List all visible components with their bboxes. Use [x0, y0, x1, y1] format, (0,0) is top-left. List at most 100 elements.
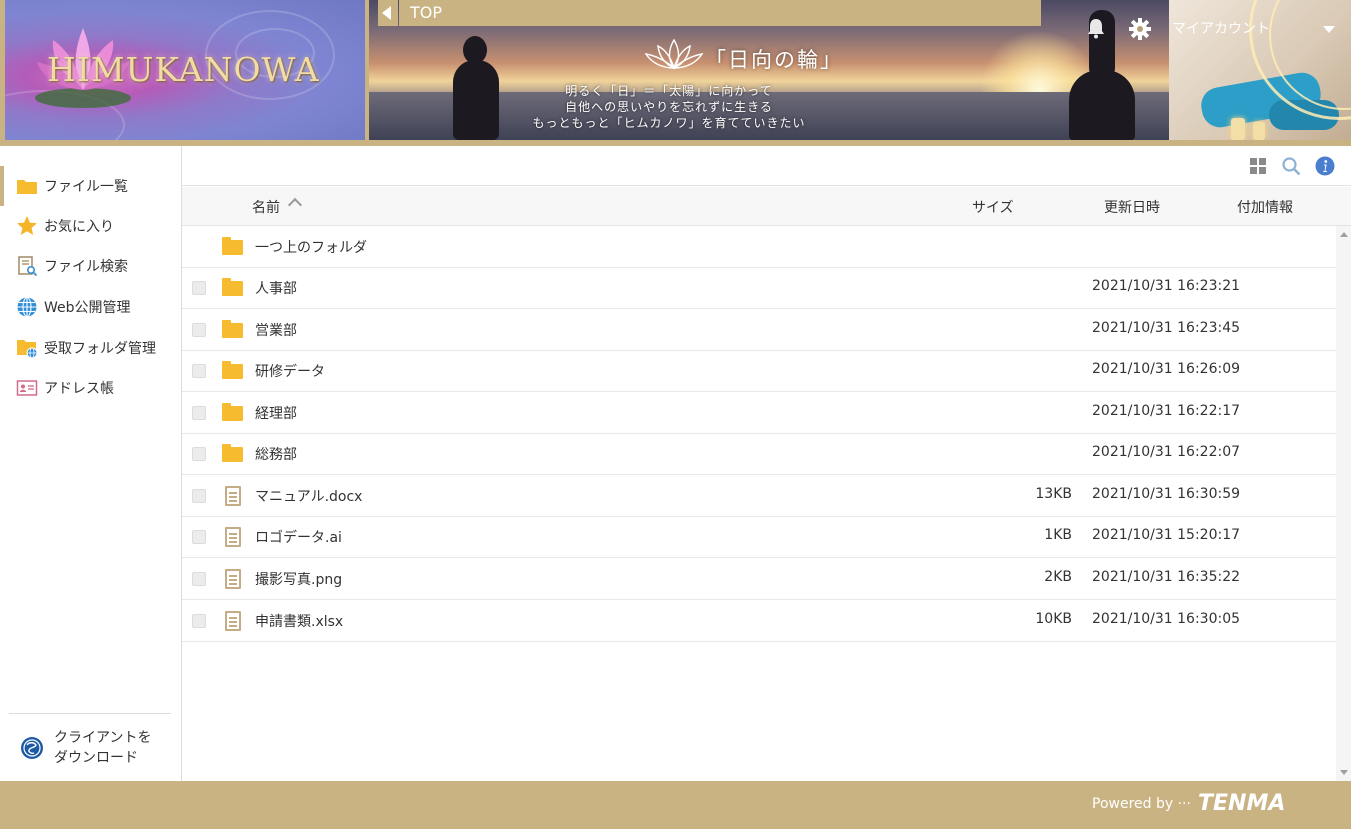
sidebar-divider	[9, 713, 171, 714]
row-checkbox[interactable]	[192, 364, 206, 378]
sidebar-item-web-publish[interactable]: Web公開管理	[0, 287, 181, 327]
gear-icon[interactable]	[1128, 17, 1152, 41]
client-globe-icon	[21, 737, 43, 759]
receive-folder-icon	[16, 337, 38, 359]
sidebar: ファイル一覧 お気に入り ファイル検索 Web公開管理 受取フォルダ管理 アドレ…	[0, 146, 182, 781]
row-name: 総務部	[255, 447, 297, 463]
row-checkbox[interactable]	[192, 530, 206, 544]
banner-line-3: もっともっと「ヒムカノワ」を育てていきたい	[532, 116, 806, 130]
row-name: 撮影写真.png	[255, 572, 343, 588]
column-header-updated[interactable]: 更新日時	[1104, 197, 1160, 217]
vertical-scrollbar[interactable]	[1336, 226, 1351, 781]
info-icon[interactable]	[1315, 156, 1335, 176]
banner-title: 「日向の輪」	[705, 48, 843, 72]
row-checkbox[interactable]	[192, 614, 206, 628]
row-name: 研修データ	[255, 364, 325, 380]
row-checkbox[interactable]	[192, 447, 206, 461]
sidebar-item-receive-folder[interactable]: 受取フォルダ管理	[0, 328, 181, 368]
globe-icon	[16, 296, 38, 318]
row-checkbox[interactable]	[192, 572, 206, 586]
row-date: 2021/10/31 16:23:45	[1092, 320, 1241, 336]
bell-icon[interactable]	[1085, 17, 1107, 39]
row-size: 2KB	[1044, 569, 1072, 585]
row-date: 2021/10/31 16:23:21	[1092, 278, 1241, 294]
column-header-size[interactable]: サイズ	[972, 197, 1014, 217]
row-date: 2021/10/31 16:30:59	[1092, 486, 1241, 502]
table-row[interactable]: 営業部 2021/10/31 16:23:45	[182, 309, 1336, 351]
table-row[interactable]: 経理部 2021/10/31 16:22:17	[182, 392, 1336, 434]
lotus-outline-icon	[644, 38, 704, 70]
my-account-menu[interactable]: マイアカウント	[1172, 18, 1270, 38]
list-header: 名前 サイズ 更新日時 付加情報	[182, 187, 1351, 226]
breadcrumb: TOP	[399, 0, 1041, 26]
scroll-down-arrow-icon[interactable]	[1340, 770, 1348, 775]
folder-icon	[222, 443, 244, 465]
logo-panel[interactable]: HIMUKANOWA	[5, 0, 365, 140]
table-row[interactable]: 研修データ 2021/10/31 16:26:09	[182, 350, 1336, 392]
file-icon	[222, 568, 244, 590]
client-download-line-2: ダウンロード	[54, 750, 138, 766]
sidebar-item-label: ファイル検索	[44, 259, 128, 275]
table-row[interactable]: 総務部 2021/10/31 16:22:07	[182, 433, 1336, 475]
sidebar-item-file-list[interactable]: ファイル一覧	[0, 166, 181, 206]
row-date: 2021/10/31 16:22:07	[1092, 444, 1241, 460]
row-checkbox[interactable]	[192, 406, 206, 420]
row-date: 2021/10/31 15:20:17	[1092, 527, 1241, 543]
parent-folder-row[interactable]: 一つ上のフォルダ	[182, 226, 1336, 268]
table-row[interactable]: 撮影写真.png 2KB 2021/10/31 16:35:22	[182, 558, 1336, 600]
address-book-icon	[16, 377, 38, 399]
file-icon	[222, 526, 244, 548]
sidebar-item-label: Web公開管理	[44, 300, 131, 316]
row-name: 経理部	[255, 406, 297, 422]
row-size: 1KB	[1044, 527, 1072, 543]
sidebar-item-label: アドレス帳	[44, 381, 114, 397]
row-checkbox[interactable]	[192, 323, 206, 337]
folder-icon	[222, 319, 244, 341]
table-row[interactable]: ロゴデータ.ai 1KB 2021/10/31 15:20:17	[182, 516, 1336, 558]
header: HIMUKANOWA 「日向の輪」 明るく「日」＝「太陽」に向かって 自他への思…	[0, 0, 1351, 146]
row-name: マニュアル.docx	[255, 489, 363, 505]
folder-icon	[16, 175, 38, 197]
search-icon[interactable]	[1281, 156, 1301, 176]
folder-icon	[222, 402, 244, 424]
banner-line-1: 明るく「日」＝「太陽」に向かって	[565, 84, 773, 98]
file-icon	[222, 485, 244, 507]
row-checkbox[interactable]	[192, 281, 206, 295]
tenma-logo[interactable]: TENMA	[1198, 791, 1285, 816]
row-size: 13KB	[1035, 486, 1072, 502]
sort-ascending-icon[interactable]	[287, 197, 303, 213]
table-row[interactable]: マニュアル.docx 13KB 2021/10/31 16:30:59	[182, 475, 1336, 517]
column-header-info[interactable]: 付加情報	[1237, 197, 1293, 217]
row-size: 10KB	[1035, 611, 1072, 627]
row-name: 営業部	[255, 323, 297, 339]
row-checkbox[interactable]	[192, 489, 206, 503]
chevron-down-icon[interactable]	[1323, 26, 1335, 33]
sidebar-item-address-book[interactable]: アドレス帳	[0, 368, 181, 408]
banner-line-2: 自他への思いやりを忘れずに生きる	[565, 100, 773, 114]
column-header-name[interactable]: 名前	[252, 197, 280, 217]
toolbar	[182, 146, 1351, 186]
row-name: 申請書類.xlsx	[255, 614, 344, 630]
scroll-up-arrow-icon[interactable]	[1340, 232, 1348, 237]
sidebar-item-label: ファイル一覧	[44, 179, 128, 195]
folder-icon	[222, 360, 244, 382]
back-button[interactable]	[378, 0, 398, 26]
folder-icon	[222, 236, 244, 258]
grid-view-icon[interactable]	[1248, 156, 1268, 176]
sidebar-item-favorites[interactable]: お気に入り	[0, 206, 181, 246]
breadcrumb-top[interactable]: TOP	[410, 3, 442, 22]
powered-by-text: Powered by ···	[1092, 796, 1191, 812]
row-date: 2021/10/31 16:26:09	[1092, 361, 1241, 377]
file-search-icon	[16, 255, 38, 277]
row-name: 一つ上のフォルダ	[255, 240, 367, 256]
client-download-button[interactable]: クライアントを ダウンロード	[20, 726, 170, 770]
logo-text: HIMUKANOWA	[47, 50, 320, 89]
footer: Powered by ··· TENMA	[0, 781, 1351, 829]
sidebar-item-file-search[interactable]: ファイル検索	[0, 246, 181, 286]
table-row[interactable]: 申請書類.xlsx 10KB 2021/10/31 16:30:05	[182, 600, 1336, 642]
sidebar-item-label: お気に入り	[44, 219, 114, 235]
row-date: 2021/10/31 16:30:05	[1092, 611, 1241, 627]
file-icon	[222, 610, 244, 632]
row-date: 2021/10/31 16:22:17	[1092, 403, 1241, 419]
table-row[interactable]: 人事部 2021/10/31 16:23:21	[182, 267, 1336, 309]
